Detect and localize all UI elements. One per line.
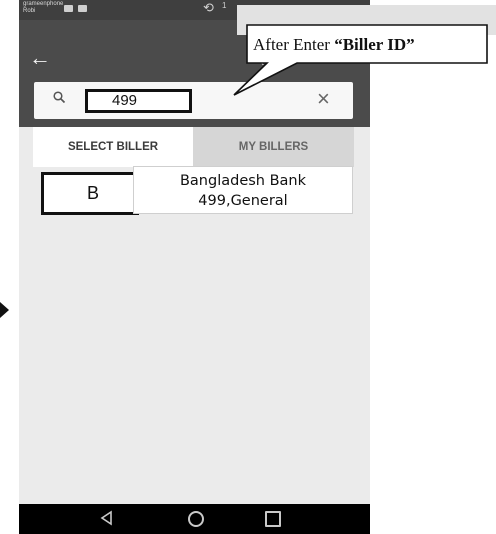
circle-home-icon[interactable] [188, 511, 204, 527]
carrier-info: grameenphone Robi [23, 1, 63, 15]
biller-name-label[interactable]: Bangladesh Bank 499,General [133, 166, 353, 214]
phone-screen: grameenphone Robi ⟲ 1 ← ( 499 × SELECT B… [19, 0, 370, 534]
close-icon[interactable]: × [317, 88, 330, 110]
notification-icon [78, 5, 87, 12]
callout-text: After Enter “Biller ID” [253, 33, 479, 59]
triangle-back-icon[interactable] [99, 510, 115, 526]
search-icon [53, 91, 65, 103]
square-recent-icon[interactable] [265, 511, 281, 527]
callout-prefix: After Enter [253, 35, 335, 54]
image-icon [64, 5, 73, 12]
tab-select-biller[interactable]: SELECT BILLER [33, 127, 193, 167]
biller-result-item[interactable]: B [41, 172, 139, 215]
biller-initial: B [87, 183, 100, 203]
signal-indicator: 1 [222, 1, 227, 10]
biller-detail: 499,General [198, 193, 288, 209]
arrow-left-icon[interactable]: ← [29, 47, 51, 69]
callout-emphasis: “Biller ID” [334, 35, 415, 54]
search-bar[interactable]: 499 × [34, 82, 353, 119]
tab-my-billers[interactable]: MY BILLERS [193, 127, 354, 167]
carrier-name-2: Robi [23, 8, 36, 14]
pointer-arrow-icon [0, 302, 9, 318]
search-input[interactable]: 499 [85, 89, 192, 113]
sync-icon: ⟲ [203, 0, 214, 15]
biller-name: Bangladesh Bank [179, 173, 307, 189]
system-nav-bar [19, 504, 370, 534]
carrier-name: grameenphone [23, 1, 64, 7]
tab-bar: SELECT BILLER MY BILLERS [33, 127, 354, 167]
